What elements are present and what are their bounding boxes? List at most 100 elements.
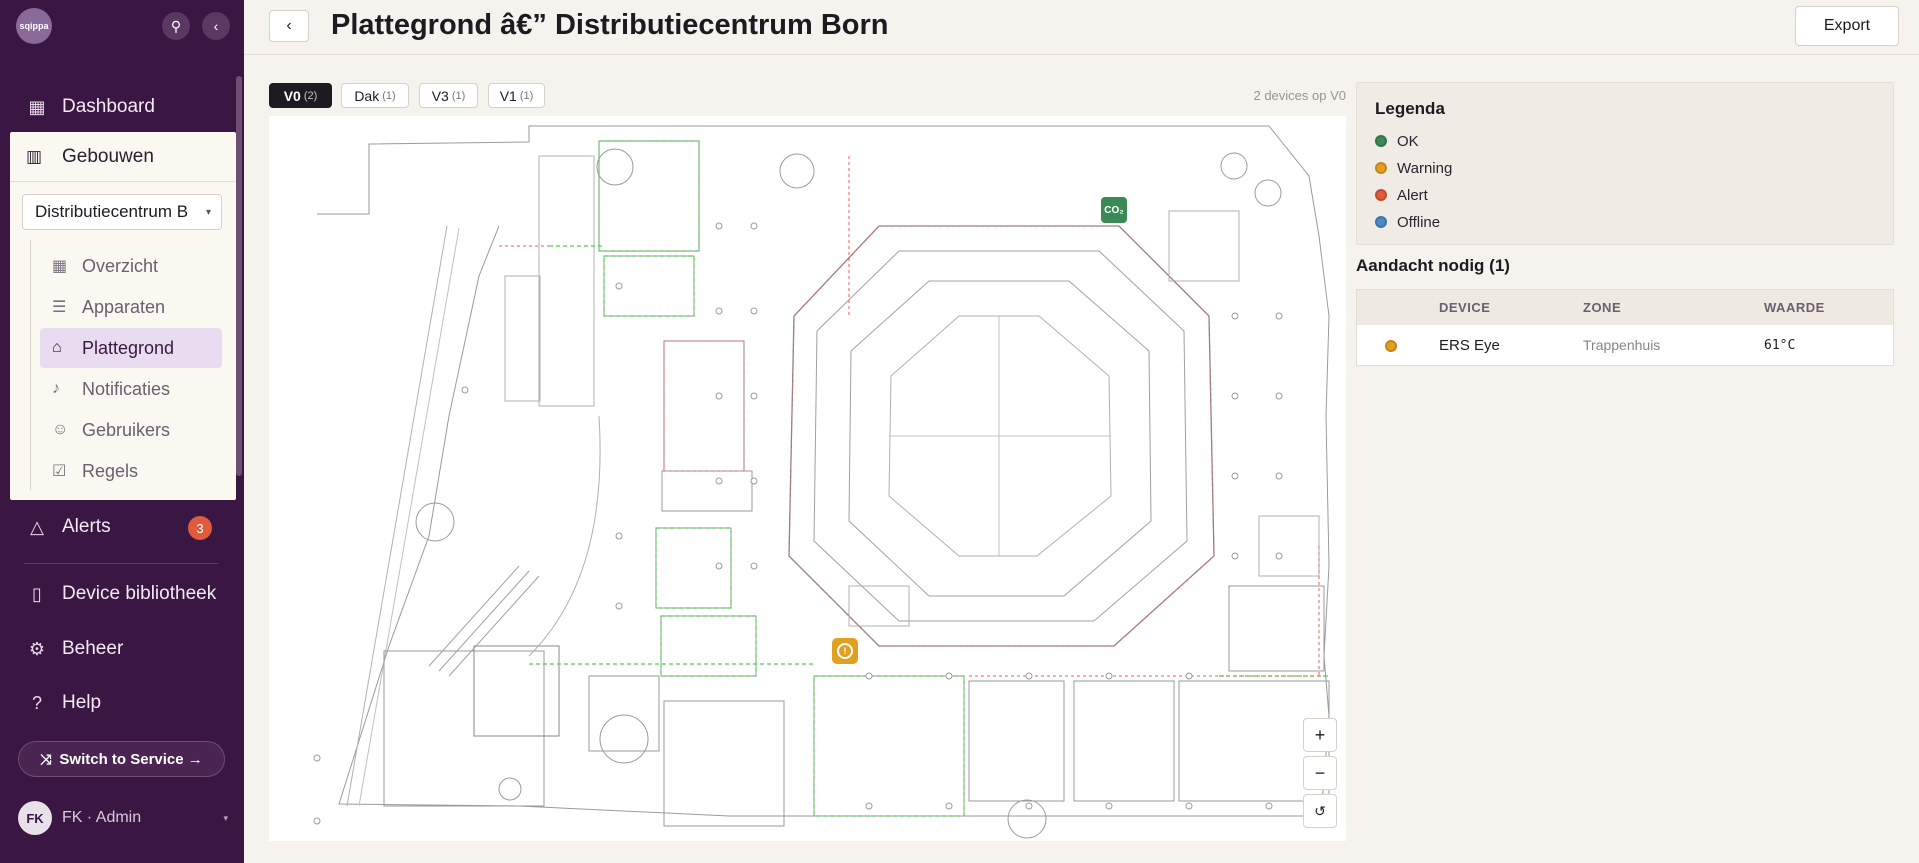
status-dot-icon	[1385, 340, 1397, 352]
table-row[interactable]: ERS Eye Trappenhuis 61°C	[1357, 325, 1893, 366]
chevron-left-icon: ‹	[286, 17, 292, 34]
page-header: ‹ Plattegrond â€” Distributiecentrum Bor…	[244, 0, 1919, 55]
tab-label: V0	[283, 87, 301, 104]
alerts-count-badge: 3	[188, 516, 212, 540]
tab-floor-v3[interactable]: V3 (1)	[419, 83, 478, 108]
sidebar-item-label: Notificaties	[82, 378, 171, 399]
switch-to-service-label: Switch to Service →	[59, 750, 203, 768]
tab-count: (1)	[382, 89, 396, 102]
back-button[interactable]: ‹	[269, 10, 309, 42]
co2-sensor-marker[interactable]: CO₂	[1101, 197, 1127, 223]
legend-item-offline: Offline	[1375, 212, 1440, 232]
floorplan-canvas[interactable]: CO₂ ! + − ↺	[269, 116, 1346, 841]
pin-icon: ⚲	[170, 17, 182, 34]
sidebar-item-apparaten[interactable]: ☰ Apparaten	[40, 287, 222, 327]
pin-sidebar-button[interactable]: ⚲	[162, 12, 190, 40]
legend-label: Warning	[1397, 159, 1453, 177]
sidebar-item-label: Alerts	[62, 516, 111, 537]
legend-item-warning: Warning	[1375, 158, 1452, 178]
user-label: FK · Admin	[62, 809, 142, 826]
chevron-down-icon: ▾	[205, 206, 211, 218]
column-header-zone: ZONE	[1583, 300, 1622, 315]
sidebar-item-notificaties[interactable]: ♪ Notificaties	[40, 369, 222, 409]
column-header-device: DEVICE	[1439, 300, 1491, 315]
tree-line	[30, 240, 31, 490]
sidebar-item-gebruikers[interactable]: ☺ Gebruikers	[40, 410, 222, 450]
sidebar-item-plattegrond[interactable]: ⌂ Plattegrond	[40, 328, 222, 368]
legend-label: Offline	[1397, 213, 1441, 231]
sidebar-item-gebouwen[interactable]: ▥ Gebouwen	[10, 132, 236, 182]
zoom-in-button[interactable]: +	[1303, 718, 1337, 752]
tab-floor-v1[interactable]: V1 (1)	[488, 83, 545, 108]
export-button[interactable]: Export	[1795, 6, 1899, 46]
list-icon: ☰	[52, 299, 67, 316]
building-select[interactable]: Distributiecentrum B ▾	[22, 194, 222, 230]
sidebar-item-label: Regels	[82, 460, 139, 481]
minus-icon: −	[1314, 762, 1326, 783]
status-dot-icon	[1375, 135, 1387, 147]
attention-title: Aandacht nodig (1)	[1356, 256, 1510, 275]
sidebar-item-label: Beheer	[62, 638, 124, 659]
floorplan-drawing	[313, 125, 1330, 839]
sidebar-item-label: Dashboard	[62, 96, 155, 117]
sidebar: sqippa ⚲ ‹ ▦ Dashboard ▥ Gebouwen Distri…	[0, 0, 244, 863]
sidebar-item-label: Help	[62, 692, 102, 713]
zoom-out-button[interactable]: −	[1303, 756, 1337, 790]
status-dot-icon	[1375, 189, 1387, 201]
user-menu[interactable]: FK FK · Admin ▾	[18, 800, 228, 836]
bell-icon: ♪	[52, 380, 60, 397]
tab-floor-v0[interactable]: V0 (2)	[269, 83, 332, 108]
warning-device-marker[interactable]: !	[832, 638, 858, 664]
sidebar-item-dashboard[interactable]: ▦ Dashboard	[0, 87, 236, 127]
cell-value: 61°C	[1764, 338, 1796, 353]
sidebar-item-help[interactable]: ? Help	[0, 683, 236, 723]
warning-marker-label: !	[843, 646, 847, 656]
tab-count: (1)	[451, 89, 466, 102]
sidebar-scrollbar[interactable]	[236, 76, 242, 476]
shuffle-icon: ⤨	[40, 750, 52, 767]
brand-logo[interactable]: sqippa	[16, 8, 52, 44]
legend-item-alert: Alert	[1375, 185, 1428, 205]
home-icon: ⌂	[52, 339, 62, 356]
building-select-value: Distributiecentrum B	[35, 202, 189, 221]
reset-view-button[interactable]: ↺	[1303, 794, 1337, 828]
sidebar-item-regels[interactable]: ☑ Regels	[40, 451, 222, 491]
grid-icon: ▦	[28, 96, 46, 117]
tab-label: V1	[499, 87, 517, 104]
sidebar-item-label: Device bibliotheek	[62, 583, 217, 604]
tab-label: Dak	[354, 87, 380, 104]
switch-to-service-button[interactable]: ⤨ Switch to Service →	[18, 741, 225, 777]
legend-item-ok: OK	[1375, 131, 1419, 151]
sidebar-item-label: Apparaten	[82, 296, 166, 317]
cell-device: ERS Eye	[1439, 337, 1500, 354]
cell-zone: Trappenhuis	[1583, 337, 1661, 353]
buildings-panel: ▥ Gebouwen Distributiecentrum B ▾ ▦ Over…	[10, 132, 236, 500]
status-dot-icon	[1375, 216, 1387, 228]
page-title: Plattegrond â€” Distributiecentrum Born	[331, 9, 889, 41]
sidebar-item-device-bibliotheek[interactable]: ▯ Device bibliotheek	[0, 574, 236, 614]
collapse-sidebar-button[interactable]: ‹	[202, 12, 230, 40]
tab-floor-dak[interactable]: Dak (1)	[341, 83, 409, 108]
sidebar-divider	[24, 563, 218, 564]
tab-count: (1)	[519, 89, 534, 102]
help-circle-icon: ?	[31, 692, 42, 713]
avatar: FK	[18, 801, 52, 835]
device-count: 2 devices op V0	[1253, 88, 1346, 103]
table-header: DEVICE ZONE WAARDE	[1357, 290, 1893, 325]
legend-label: OK	[1397, 132, 1419, 150]
legend-label: Alert	[1397, 186, 1428, 204]
attention-table: DEVICE ZONE WAARDE ERS Eye Trappenhuis 6…	[1356, 289, 1894, 366]
sidebar-item-label: Gebouwen	[62, 145, 154, 167]
tab-count: (2)	[303, 89, 318, 102]
reset-icon: ↺	[1314, 802, 1326, 819]
gear-icon: ⚙	[28, 638, 46, 659]
co2-icon: CO₂	[1104, 204, 1124, 216]
sidebar-item-overzicht[interactable]: ▦ Overzicht	[40, 246, 222, 286]
chevron-left-icon: ‹	[213, 18, 219, 34]
tab-label: V3	[431, 87, 449, 104]
legend-title: Legenda	[1375, 99, 1445, 118]
chevron-down-icon: ▾	[223, 812, 228, 823]
sidebar-item-beheer[interactable]: ⚙ Beheer	[0, 629, 236, 669]
check-square-icon: ☑	[52, 463, 67, 480]
plus-icon: +	[1314, 724, 1326, 745]
